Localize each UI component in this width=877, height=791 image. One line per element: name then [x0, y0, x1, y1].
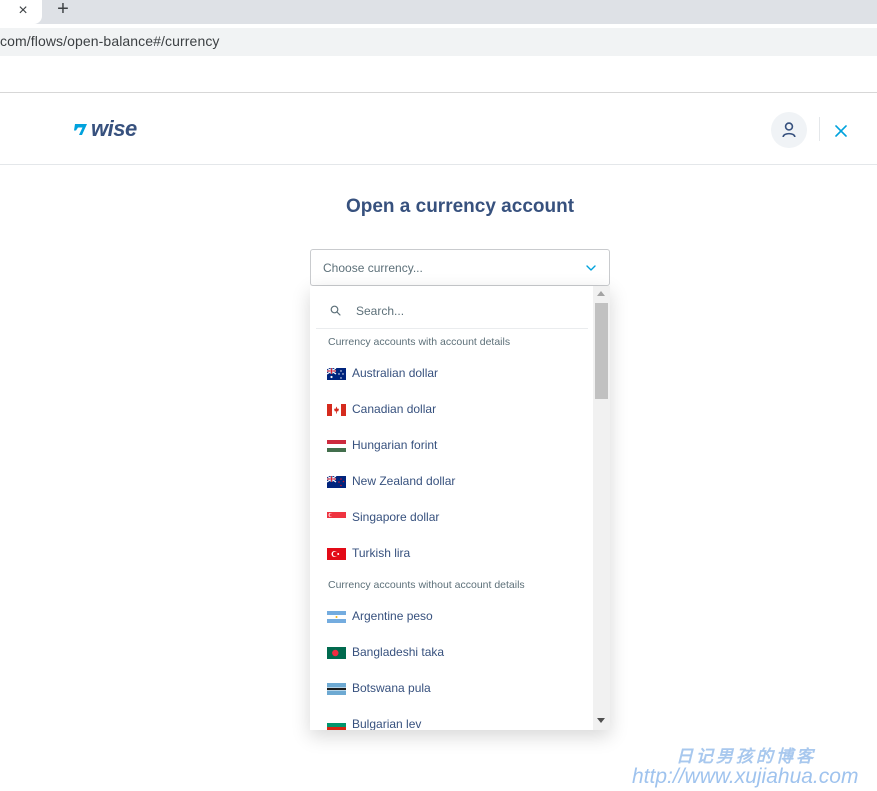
- currency-option-label: Bangladeshi taka: [352, 645, 445, 659]
- header-separator: [819, 117, 820, 141]
- scroll-down-arrow-icon[interactable]: [597, 718, 605, 723]
- currency-option-aud[interactable]: Australian dollar: [310, 355, 594, 391]
- currency-option-label: Turkish lira: [352, 546, 411, 560]
- currency-option-bdt[interactable]: Bangladeshi taka: [310, 634, 594, 670]
- watermark-title: 日记男孩的博客: [676, 747, 816, 766]
- wise-logo[interactable]: wise: [73, 117, 137, 141]
- currency-option-ars[interactable]: Argentine peso: [310, 598, 594, 634]
- currency-search-input[interactable]: [356, 301, 576, 321]
- canada-flag-icon: [327, 404, 346, 416]
- currency-option-label: Botswana pula: [352, 681, 431, 695]
- currency-option-huf[interactable]: Hungarian forint: [310, 427, 594, 463]
- currency-option-label: New Zealand dollar: [352, 474, 456, 488]
- australia-flag-icon: [327, 368, 346, 380]
- currency-option-label: Singapore dollar: [352, 510, 440, 524]
- scroll-up-arrow-icon[interactable]: [597, 291, 605, 296]
- address-bar-url: com/flows/open-balance#/currency: [0, 33, 220, 49]
- argentina-flag-icon: [327, 611, 346, 623]
- browser-tabstrip: × +: [0, 0, 877, 24]
- currency-search: [316, 292, 588, 329]
- currency-dropdown: Currency accounts with account details A…: [310, 286, 610, 730]
- search-icon: [330, 305, 341, 316]
- wise-logo-icon: [74, 124, 87, 135]
- currency-option-label: Hungarian forint: [352, 438, 438, 452]
- page-title: Open a currency account: [345, 196, 575, 217]
- turkey-flag-icon: [327, 548, 346, 560]
- chevron-down-icon: [586, 265, 596, 271]
- currency-select-placeholder: Choose currency...: [323, 261, 423, 275]
- currency-option-cad[interactable]: Canadian dollar: [310, 391, 594, 427]
- currency-option-label: Canadian dollar: [352, 402, 437, 416]
- browser-toolbar: com/flows/open-balance#/currency: [0, 24, 877, 60]
- bangladesh-flag-icon: [327, 647, 346, 659]
- address-bar[interactable]: com/flows/open-balance#/currency: [0, 28, 877, 56]
- close-flow-button[interactable]: [832, 122, 850, 140]
- botswana-flag-icon: [327, 683, 346, 695]
- currency-option-label: Bulgarian lev: [352, 717, 422, 730]
- account-avatar-button[interactable]: [771, 112, 807, 148]
- singapore-flag-icon: [327, 512, 346, 524]
- new-zealand-flag-icon: [327, 476, 346, 488]
- currency-option-label: Australian dollar: [352, 366, 439, 380]
- hungary-flag-icon: [327, 440, 346, 452]
- currency-option-nzd[interactable]: New Zealand dollar: [310, 463, 594, 499]
- currency-option-try[interactable]: Turkish lira: [310, 535, 594, 571]
- close-icon: [835, 125, 847, 137]
- wise-logo-text: wise: [91, 116, 137, 141]
- group-label-with-details: Currency accounts with account details: [328, 336, 511, 348]
- scrollbar-thumb[interactable]: [595, 303, 608, 399]
- new-tab-icon[interactable]: +: [52, 0, 74, 21]
- browser-tab[interactable]: ×: [0, 0, 42, 24]
- app-header: wise: [0, 93, 877, 165]
- currency-option-label: Argentine peso: [352, 609, 433, 623]
- dropdown-scrollbar[interactable]: [593, 286, 610, 730]
- currency-option-sgd[interactable]: Singapore dollar: [310, 499, 594, 535]
- tab-close-icon[interactable]: ×: [13, 1, 33, 21]
- user-icon: [782, 122, 796, 138]
- group-label-without-details: Currency accounts without account detail…: [328, 579, 525, 591]
- watermark-url: http://www.xujiahua.com: [632, 765, 859, 788]
- currency-option-bwp[interactable]: Botswana pula: [310, 670, 594, 706]
- currency-select[interactable]: Choose currency...: [310, 249, 610, 286]
- currency-option-bgn[interactable]: Bulgarian lev: [310, 706, 594, 730]
- bulgaria-flag-icon: [327, 719, 346, 730]
